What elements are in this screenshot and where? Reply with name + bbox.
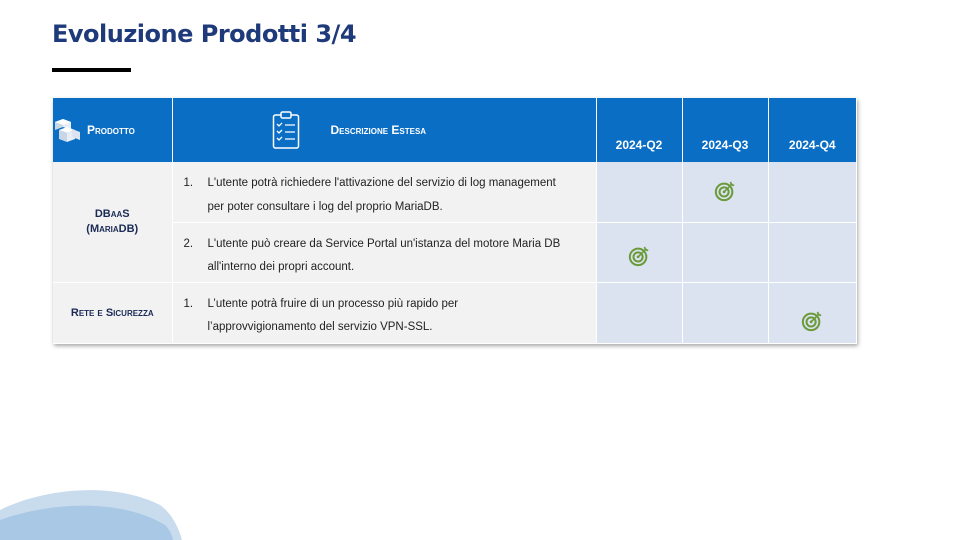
description-line: per poter consultare i log del proprio M…: [207, 200, 443, 213]
product-evolution-table: Prodotto Descrizione Estesa 2024-Q2 2024…: [53, 98, 857, 344]
q2-cell: [596, 162, 683, 223]
product-name: Rete e Sicurezza: [70, 306, 154, 319]
title-underline: [52, 68, 131, 72]
list-number: 1.: [183, 297, 194, 310]
description-cell: 1. L'utente potrà richiedere l'attivazio…: [172, 162, 597, 223]
table-header-row: Prodotto Descrizione Estesa 2024-Q2 2024…: [53, 98, 856, 162]
target-icon: [801, 311, 822, 332]
header-descrizione: Descrizione Estesa: [172, 98, 597, 162]
header-q3: 2024-Q3: [682, 98, 769, 162]
q4-cell: [768, 222, 857, 283]
header-descrizione-label: Descrizione Estesa: [330, 123, 427, 137]
q2-cell: [596, 282, 683, 344]
cubes-icon: [55, 119, 80, 142]
page-title: Evoluzione Prodotti 3/4: [52, 20, 357, 48]
q4-cell: [768, 162, 857, 223]
q3-cell: [682, 222, 769, 283]
description-cell: 1. L’utente potrà fruire di un processo …: [172, 282, 597, 344]
description-line: all'interno dei propri account.: [207, 261, 355, 273]
product-cell-rete: Rete e Sicurezza: [53, 282, 173, 344]
description-line: L'utente potrà richiedere l'attivazione …: [207, 177, 556, 189]
target-icon: [628, 246, 649, 266]
decorative-wave: [0, 490, 182, 540]
product-cell-dbaas: DBaaS (MariaDB): [53, 162, 173, 283]
target-icon: [714, 181, 735, 202]
table-row: Rete e Sicurezza 1. L’utente potrà fruir…: [53, 282, 857, 344]
header-q4: 2024-Q4: [768, 98, 856, 162]
description-line: L'utente può creare da Service Portal un…: [207, 237, 561, 250]
header-prodotto-label: Prodotto: [87, 123, 135, 137]
list-number: 1.: [183, 177, 194, 189]
description-cell: 2. L'utente può creare da Service Portal…: [172, 222, 597, 283]
clipboard-checklist-icon: [272, 111, 299, 149]
product-name: DBaaS: [94, 208, 130, 221]
header-prodotto: Prodotto: [53, 98, 173, 162]
table-row: DBaaS (MariaDB) 1. L'utente potrà richie…: [53, 162, 857, 283]
q4-cell: [768, 282, 857, 344]
q3-cell: [682, 162, 769, 223]
description-line: L’utente potrà fruire di un processo più…: [207, 297, 459, 310]
product-subname: (MariaDB): [86, 223, 139, 236]
q3-cell: [682, 282, 769, 344]
header-q2: 2024-Q2: [596, 98, 683, 162]
list-number: 2.: [183, 237, 194, 250]
table-row: 2. L'utente può creare da Service Portal…: [53, 222, 857, 283]
q2-cell: [596, 222, 683, 283]
description-line: l’approvvigionamento del servizio VPN-SS…: [207, 321, 433, 333]
